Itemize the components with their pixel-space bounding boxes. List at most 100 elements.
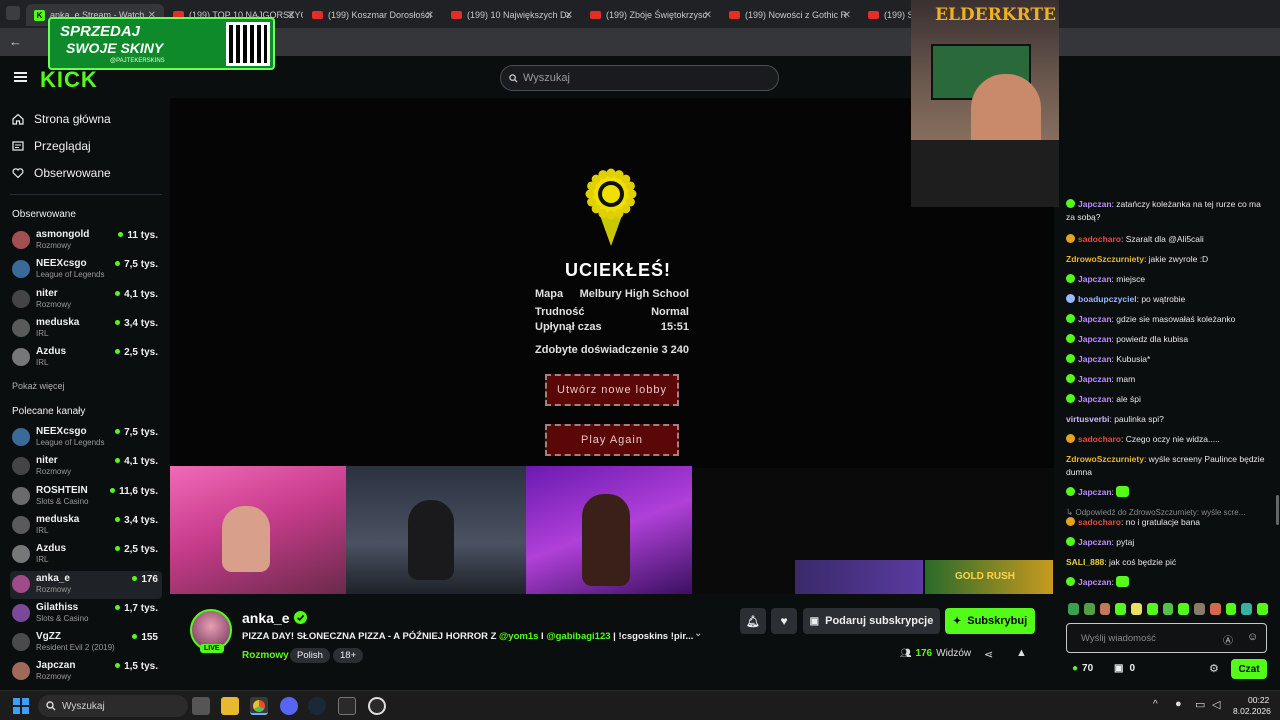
chat-username[interactable]: boadupczyciel	[1078, 294, 1137, 304]
subscribe-button[interactable]: ✦ Subskrybuj	[945, 608, 1035, 634]
emote-icon[interactable]	[1225, 603, 1237, 615]
chrome-icon[interactable]	[250, 697, 268, 715]
translate-icon[interactable]: Ⓐ	[1223, 632, 1233, 647]
emote-icon[interactable]	[1099, 603, 1111, 615]
chat-username[interactable]: sadocharo	[1078, 234, 1121, 244]
chat-scrollbar[interactable]	[1276, 495, 1279, 525]
play-again-button[interactable]: Play Again	[545, 424, 679, 456]
network-icon[interactable]: ▭	[1195, 698, 1205, 711]
emote-icon[interactable]	[1241, 603, 1253, 615]
chevron-down-icon[interactable]: ⌄	[694, 628, 702, 639]
browser-tab[interactable]: (199) 10 Największych Dz ✕	[443, 4, 581, 26]
chat-username[interactable]: Japczan	[1078, 487, 1112, 497]
send-chat-button[interactable]: Czat	[1231, 659, 1267, 679]
sidebar-channel-item[interactable]: Gilathiss Slots & Casino 1,7 tys.	[10, 600, 162, 628]
chat-username[interactable]: Japczan	[1078, 537, 1112, 547]
channel-points[interactable]: ● 70	[1072, 663, 1093, 674]
chat-username[interactable]: sadocharo	[1078, 434, 1121, 444]
report-icon[interactable]: ▲	[1016, 647, 1027, 659]
share-icon[interactable]: ⋖	[984, 648, 993, 661]
sidebar-channel-item[interactable]: ROSHTEIN Slots & Casino 11,6 tys.	[10, 483, 162, 511]
emote-icon[interactable]	[1194, 603, 1205, 615]
windows-start-icon[interactable]	[13, 698, 29, 714]
notification-bell-button[interactable]: 🔔︎	[740, 608, 766, 634]
ad-thumbnail-1[interactable]	[795, 560, 923, 594]
emote-icon[interactable]	[1209, 603, 1221, 615]
chat-username[interactable]: ZdrowoSzczurniety	[1066, 254, 1144, 264]
browser-tab[interactable]: (199) Koszmar Dorosłości ✕	[304, 4, 442, 26]
browser-tab[interactable]: (199) Nowości z Gothic R ✕	[721, 4, 859, 26]
sidebar-channel-item[interactable]: anka_e Rozmowy 176	[10, 570, 162, 599]
emote-icon[interactable]	[1146, 603, 1158, 615]
close-tab-icon[interactable]: ✕	[843, 10, 851, 21]
emoji-icon[interactable]: ☺	[1247, 631, 1258, 643]
sidebar-channel-item[interactable]: niter Rozmowy 4,1 tys.	[10, 286, 162, 314]
sidebar-channel-item[interactable]: NEEXcsgo League of Legends 7,5 tys.	[10, 424, 162, 452]
stream-category-link[interactable]: Rozmowy	[242, 650, 289, 661]
emote-icon[interactable]	[1115, 603, 1127, 615]
discord-icon[interactable]	[280, 697, 298, 715]
chat-username[interactable]: Japczan	[1078, 334, 1112, 344]
sidebar-channel-item[interactable]: Azdus IRL 2,5 tys.	[10, 344, 162, 372]
chat-username[interactable]: Japczan	[1078, 354, 1112, 364]
follow-button[interactable]: ♥	[771, 608, 797, 634]
sidebar-channel-item[interactable]: meduska IRL 3,4 tys.	[10, 315, 162, 343]
microphone-icon[interactable]: ●	[1175, 698, 1182, 710]
gift-subscription-button[interactable]: ▣ Podaruj subskrypcje	[803, 608, 940, 634]
close-tab-icon[interactable]: ✕	[287, 10, 295, 21]
chat-username[interactable]: SALI_888	[1066, 557, 1104, 567]
sidebar-channel-item[interactable]: Japczan Rozmowy 1,5 tys.	[10, 658, 162, 686]
emote-icon[interactable]	[1178, 603, 1190, 615]
close-tab-icon[interactable]: ✕	[426, 10, 434, 21]
gear-icon[interactable]: ⚙	[1209, 662, 1219, 675]
gift-count[interactable]: ▣ 0	[1114, 663, 1135, 674]
sidebar-channel-item[interactable]: VgZZ Resident Evil 2 (2019) 155	[10, 629, 162, 657]
clock-time[interactable]: 00:22	[1248, 695, 1269, 705]
chat-username[interactable]: Japczan	[1078, 577, 1112, 587]
sidebar-channel-item[interactable]: asmongold Rozmowy 11 tys.	[10, 227, 162, 255]
sidebar-nav-item[interactable]: Obserwowane	[12, 166, 111, 180]
emote-icon[interactable]	[1083, 603, 1095, 615]
emote-icon[interactable]	[1257, 603, 1268, 615]
steam-icon[interactable]	[308, 697, 326, 715]
tag-language[interactable]: Polish	[290, 648, 330, 663]
chat-username[interactable]: sadocharo	[1078, 517, 1121, 527]
chat-username[interactable]: ZdrowoSzczurniety	[1066, 454, 1144, 464]
sidebar-nav-item[interactable]: Strona główna	[12, 112, 111, 126]
ad-thumbnail-2[interactable]: GOLD RUSH	[925, 560, 1053, 594]
sidebar-nav-item[interactable]: Przeglądaj	[12, 139, 91, 153]
sidebar-channel-item[interactable]: niter Rozmowy 4,1 tys.	[10, 453, 162, 481]
mention-link[interactable]: @yom1s	[499, 631, 538, 642]
volume-icon[interactable]: ◁	[1212, 698, 1220, 711]
mention-link[interactable]: @gabibagi123	[546, 631, 610, 642]
menu-icon[interactable]	[14, 72, 27, 82]
back-icon[interactable]: ←	[9, 34, 22, 49]
chat-message-input[interactable]: Wyślij wiadomość Ⓐ ☺	[1066, 623, 1267, 653]
close-tab-icon[interactable]: ✕	[704, 10, 712, 21]
clock-date[interactable]: 8.02.2026	[1233, 706, 1271, 716]
chat-username[interactable]: virtusverbi	[1066, 414, 1109, 424]
close-tab-icon[interactable]: ✕	[565, 10, 573, 21]
tag-age[interactable]: 18+	[333, 648, 364, 663]
search-input[interactable]: Wyszukaj	[500, 65, 779, 91]
chat-username[interactable]: Japczan	[1078, 199, 1112, 209]
file-explorer-icon[interactable]	[221, 697, 239, 715]
chat-username[interactable]: Japczan	[1078, 274, 1112, 284]
browser-tab[interactable]: (199) Zbóje Świętokrzysc ✕	[582, 4, 720, 26]
chat-username[interactable]: Japczan	[1078, 314, 1112, 324]
app-icon[interactable]	[338, 697, 356, 715]
emote-icon[interactable]	[1068, 603, 1079, 615]
obs-icon[interactable]	[368, 697, 386, 715]
sidebar-channel-item[interactable]: meduska IRL 3,4 tys.	[10, 512, 162, 540]
sidebar-channel-item[interactable]: NEEXcsgo League of Legends 7,5 tys.	[10, 256, 162, 284]
streamer-username[interactable]: anka_e	[242, 610, 289, 626]
taskbar-search[interactable]: Wyszukaj	[38, 695, 188, 717]
emote-icon[interactable]	[1162, 603, 1174, 615]
emote-icon[interactable]	[1131, 603, 1142, 615]
chat-username[interactable]: Japczan	[1078, 374, 1112, 384]
kick-logo[interactable]: KICK	[40, 67, 98, 93]
task-view-icon[interactable]	[192, 697, 210, 715]
tab-search-icon[interactable]	[6, 6, 20, 20]
create-lobby-button[interactable]: Utwórz nowe lobby	[545, 374, 679, 406]
show-more-link[interactable]: Pokaż więcej	[12, 381, 65, 391]
